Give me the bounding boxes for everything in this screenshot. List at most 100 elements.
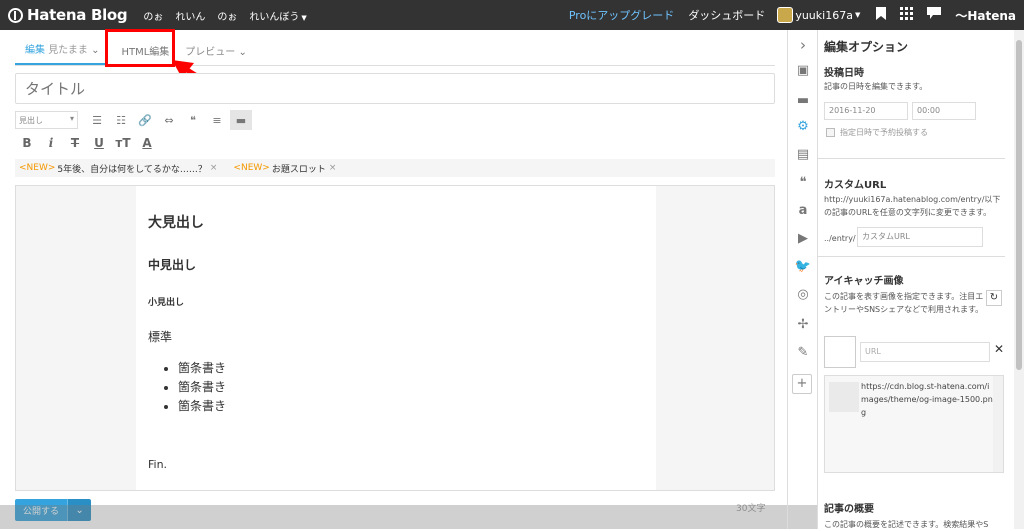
hatena-logo-icon [8,7,23,23]
chevron-down-icon: ▼ [854,11,861,19]
tab-edit[interactable]: 編集 見たまま ⌄ [15,41,108,65]
heading-medium: 中見出し [148,258,197,272]
numbered-list-icon[interactable]: ☷ [110,110,132,130]
scroll-thumb[interactable] [1016,40,1022,370]
eyecatch-label: アイキャッチ画像 [824,276,904,287]
tab-preview-label: プレビュー [185,47,236,58]
quote-icon[interactable]: ❝ [794,174,812,192]
user-menu[interactable]: yuuki167a ▼ [777,7,860,23]
edit-options-panel: 編集オプション 投稿日時 記事の日時を編集できます。 2016-11-20 00… [817,30,1014,529]
instagram-icon[interactable]: ◎ [794,286,812,304]
post-date-desc: 記事の日時を編集できます。 [824,82,928,91]
chevron-right-icon[interactable]: › [794,36,812,54]
tab-edit-label: 編集 [25,45,45,56]
edit-mode-label: 見たまま [48,45,88,56]
side-icon-bar: › ▣ ▬ ⚙ ▤ ❝ a ▶ 🐦 ◎ ✢ ✎ + [787,30,817,529]
post-date-label: 投稿日時 [824,68,864,79]
custom-url-desc: http://yuuki167a.hatenablog.com/entry/以下… [824,195,1001,217]
scrollbar[interactable] [993,376,1003,472]
bookmark-icon[interactable] [876,6,887,24]
heading-small: 小見出し [148,298,185,308]
heading-select[interactable]: 見出し [15,111,78,129]
editor-area: 大見出し 中見出し 小見出し 標準 箇条書き 箇条書き 箇条書き Fin. [15,185,775,491]
notification-icon[interactable] [927,7,942,23]
eyecatch-desc: この記事を表す画像を指定できます。注目エントリーやSNSシェアなどで利用されます… [824,292,984,314]
divider [818,256,1005,257]
paragraph: 標準 [148,330,173,344]
dashboard-link[interactable]: ダッシュボード [688,7,765,23]
text-color-icon[interactable]: A [135,133,159,153]
strikethrough-icon[interactable]: T [63,133,87,153]
formatting-toolbar: 見出し ☰ ☷ 🔗 ⇔ ❝ ≡ ▬ [15,110,252,130]
bold-icon[interactable]: B [15,133,39,153]
twitter-icon[interactable]: 🐦 [794,258,812,276]
top-bar: Hatena Blog のぉ れいん のぉ れいんぼう ▼ Proにアップグレード… [0,0,1024,30]
refresh-icon[interactable]: ↻ [986,290,1002,306]
heading-large: 大見出し [148,215,204,231]
horizontal-rule-icon[interactable]: ⇔ [158,110,180,130]
align-icon[interactable]: ≡ [206,110,228,130]
avatar [777,7,794,23]
list-item: 箇条書き [178,359,644,378]
grid-menu-icon[interactable] [900,6,914,24]
underline-icon[interactable]: U [87,133,111,153]
pinwheel-icon[interactable]: ✢ [794,316,812,334]
document-icon[interactable]: ▤ [794,146,812,164]
nav-link-3[interactable]: のぉ [217,8,237,23]
hatena-blog-logo[interactable]: Hatena Blog [8,6,128,24]
schedule-checkbox[interactable] [826,128,835,137]
gear-icon[interactable]: ⚙ [794,118,812,136]
logo-text: Hatena Blog [27,6,128,24]
date-input[interactable]: 2016-11-20 [824,102,908,120]
nav-link-4-label: れいんぼう [249,11,300,23]
nav-link-4[interactable]: れいんぼう ▼ [249,8,306,23]
italic-icon[interactable]: i [39,133,63,153]
topic-suggestion-bar: <NEW> 5年後、自分は何をしてるかな……？ × <NEW> お題スロット × [15,159,775,177]
nav-link-2[interactable]: れいん [175,8,205,23]
hatena-link[interactable]: 〜Hatena [955,7,1016,24]
close-icon[interactable]: × [329,163,337,173]
chevron-down-icon: ⌄ [238,47,247,58]
image-icon[interactable]: ▣ [794,62,812,80]
youtube-icon[interactable]: ▶ [794,230,812,248]
close-icon[interactable]: ✕ [994,342,1004,356]
panel-title: 編集オプション [824,40,909,54]
schedule-label: 指定日時で予約投稿する [840,128,928,137]
closing-text: Fin. [148,458,168,471]
quote-icon[interactable]: ❝ [182,110,204,130]
summary-desc: この記事の概要を記述できます。検索結果やS [824,520,989,529]
title-input[interactable] [15,73,775,104]
folder-icon[interactable]: ▬ [794,92,812,110]
time-input[interactable]: 00:00 [912,102,976,120]
nav-link-1[interactable]: のぉ [143,8,163,23]
eyecatch-url-input[interactable]: URL [860,342,990,362]
list-item: 箇条書き [178,397,644,416]
chevron-down-icon: ⌄ [91,45,100,56]
image-candidate-list[interactable]: https://cdn.blog.st-hatena.com/images/th… [824,375,1004,473]
topic-link-2[interactable]: お題スロット [272,162,326,175]
close-icon[interactable]: × [210,163,218,173]
bullet-list: 箇条書き 箇条書き 箇条書き [148,359,644,416]
eyecatch-thumbnail[interactable] [824,336,856,368]
link-icon[interactable]: 🔗 [134,110,156,130]
image-url: https://cdn.blog.st-hatena.com/images/th… [861,382,993,417]
topic-link-1[interactable]: 5年後、自分は何をしてるかな……？ [57,162,206,175]
amazon-icon[interactable]: a [794,202,812,220]
image-thumbnail[interactable] [829,382,859,412]
highlight-box [105,29,175,67]
panel-scrollbar[interactable] [1014,30,1024,529]
list-item: 箇条書き [178,378,644,397]
custom-url-input[interactable]: カスタムURL [857,227,983,247]
font-size-icon[interactable]: тT [111,133,135,153]
hatena-label: Hatena [967,8,1016,23]
more-icon[interactable]: ▬ [230,110,252,130]
new-badge: <NEW> [233,163,270,173]
new-badge: <NEW> [19,163,56,173]
add-icon[interactable]: + [792,374,812,394]
bullet-list-icon[interactable]: ☰ [86,110,108,130]
custom-url-label: カスタムURL [824,180,887,191]
pro-upgrade-link[interactable]: Proにアップグレード [569,7,674,23]
divider [818,158,1005,159]
editor-body[interactable]: 大見出し 中見出し 小見出し 標準 箇条書き 箇条書き 箇条書き Fin. [136,186,656,490]
brush-icon[interactable]: ✎ [794,344,812,362]
